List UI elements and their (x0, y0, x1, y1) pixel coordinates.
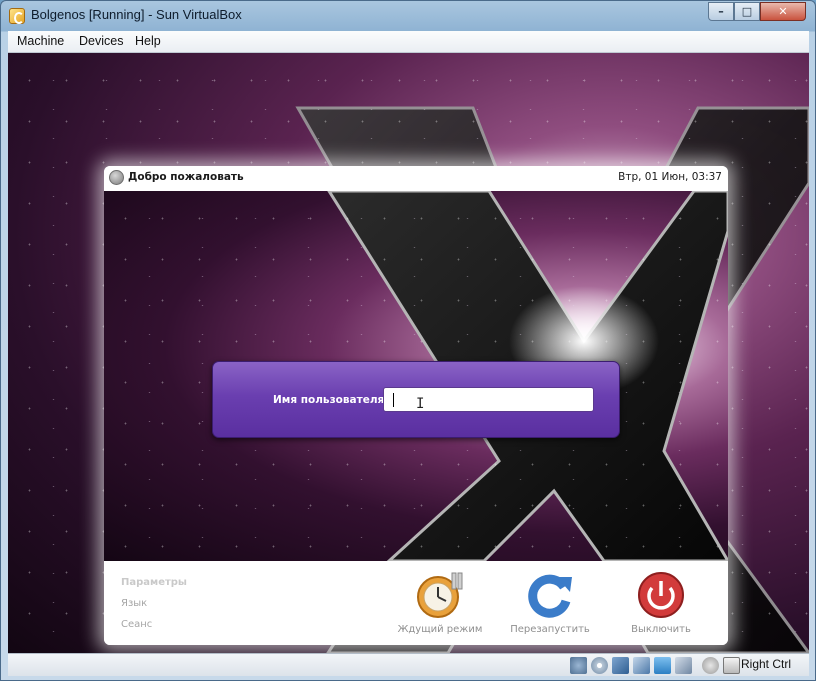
restart-button[interactable]: Перезапустить (495, 571, 605, 641)
restart-label: Перезапустить (510, 624, 590, 635)
minimize-icon: – (718, 5, 724, 18)
power-off-icon (638, 572, 684, 618)
virtualbox-app-icon (9, 8, 25, 24)
maximize-icon: □ (741, 5, 753, 18)
suspend-clock-icon (417, 572, 463, 618)
login-panel: Имя пользователя: I (212, 361, 620, 438)
close-icon: ✕ (778, 5, 788, 18)
text-caret (393, 393, 394, 407)
maximize-button[interactable]: □ (734, 2, 760, 21)
options-link[interactable]: Параметры (121, 577, 187, 588)
shutdown-button[interactable]: Выключить (606, 571, 716, 641)
vm-display[interactable]: Добро пожаловать Втр, 01 Июн, 03:37 Имя … (8, 53, 809, 653)
username-label: Имя пользователя: (273, 394, 389, 406)
dialog-header: Добро пожаловать Втр, 01 Июн, 03:37 (104, 166, 728, 191)
language-link[interactable]: Язык (121, 598, 147, 609)
menu-devices[interactable]: Devices (79, 34, 123, 48)
close-button[interactable]: ✕ (760, 2, 806, 21)
menu-help[interactable]: Help (135, 34, 161, 48)
shared-folders-icon[interactable] (654, 657, 671, 674)
hard-disk-icon[interactable] (570, 657, 587, 674)
suspend-label: Ждущий режим (397, 624, 483, 635)
host-key-label: Right Ctrl (741, 657, 792, 671)
session-link[interactable]: Сеанс (121, 619, 152, 630)
username-input[interactable] (383, 387, 594, 412)
virtualbox-window: Bolgenos [Running] - Sun VirtualBox – □ … (0, 0, 816, 681)
shutdown-label: Выключить (631, 624, 691, 635)
window-title: Bolgenos [Running] - Sun VirtualBox (31, 7, 242, 22)
restart-arrow-icon (528, 574, 572, 618)
login-dialog: Добро пожаловать Втр, 01 Июн, 03:37 Имя … (104, 166, 728, 645)
title-bar[interactable]: Bolgenos [Running] - Sun VirtualBox – □ … (1, 1, 815, 31)
minimize-button[interactable]: – (708, 2, 734, 21)
clock: Втр, 01 Июн, 03:37 (618, 171, 722, 183)
login-artwork: Имя пользователя: I (104, 191, 728, 561)
optical-drive-icon[interactable] (591, 657, 608, 674)
network-icon[interactable] (612, 657, 629, 674)
suspend-button[interactable]: Ждущий режим (385, 571, 495, 641)
menu-bar: Machine Devices Help (8, 31, 809, 53)
distro-logo-icon (109, 170, 124, 185)
virtualization-icon (675, 657, 692, 674)
mouse-integration-icon[interactable] (702, 657, 719, 674)
session-options-bar: Параметры Язык Сеанс Ждущий режим Переза… (104, 561, 728, 645)
ibeam-cursor-icon: I (416, 396, 425, 412)
welcome-title: Добро пожаловать (128, 171, 244, 183)
menu-machine[interactable]: Machine (17, 34, 64, 48)
host-key-icon (723, 657, 740, 674)
status-bar: Right Ctrl (8, 653, 809, 676)
usb-icon[interactable] (633, 657, 650, 674)
